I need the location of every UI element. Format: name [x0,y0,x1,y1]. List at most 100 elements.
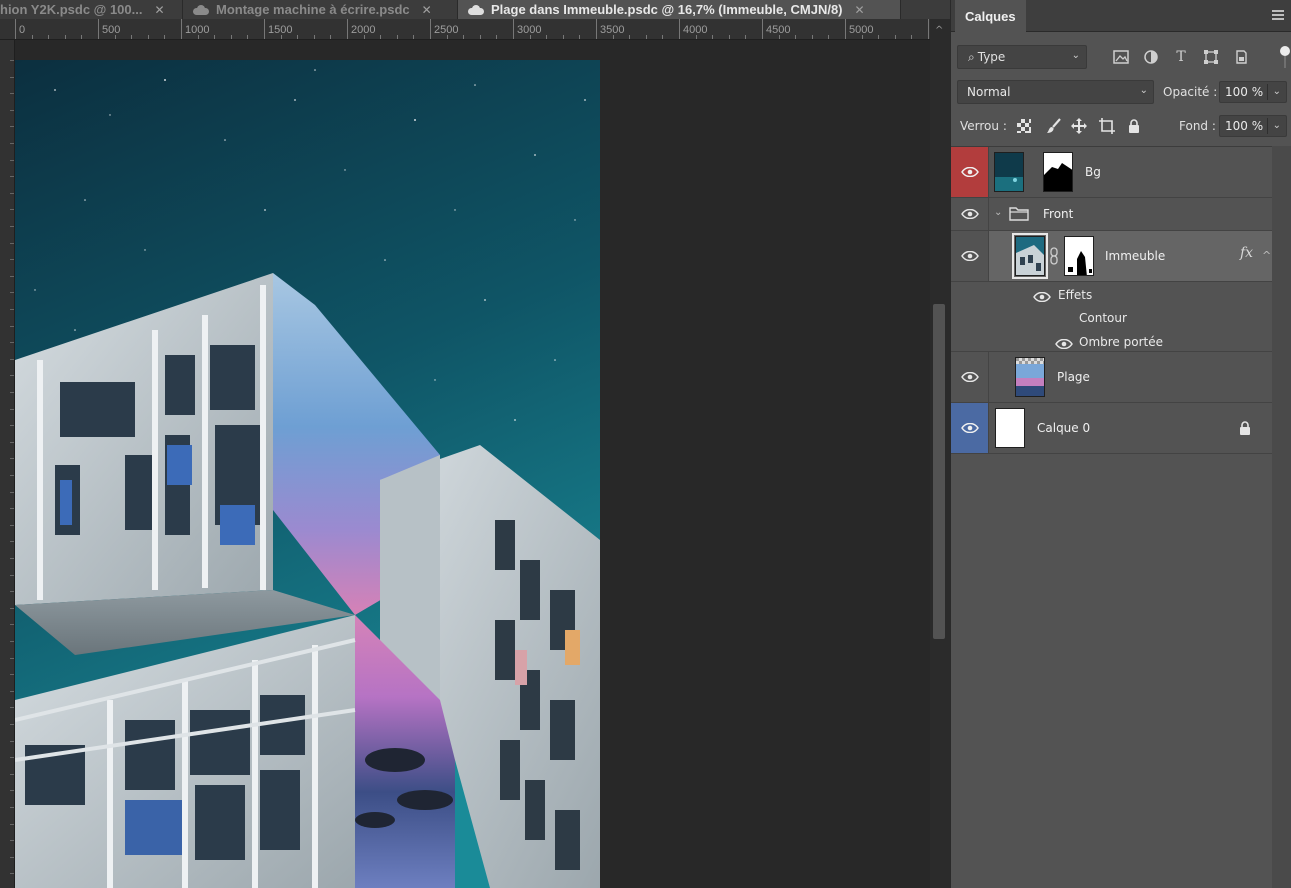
ruler-tick [679,19,680,39]
eye-icon[interactable] [961,167,979,177]
layer-name[interactable]: Front [1043,207,1073,221]
lock-position-move-icon[interactable] [1070,117,1088,135]
close-icon[interactable]: ✕ [422,3,432,17]
layer-mask-thumbnail[interactable] [1064,236,1094,276]
filter-toggle[interactable] [1278,46,1290,68]
chevron-down-icon[interactable]: ⌄ [1273,86,1281,97]
visibility-toggle[interactable] [951,403,989,453]
ruler-tick [297,35,299,39]
vertical-ruler[interactable] [0,40,15,888]
ruler-tick [878,35,880,39]
ruler-tick [10,192,14,194]
fill-label: Fond : [1179,119,1216,133]
layer-row-bg[interactable]: Bg [951,147,1272,198]
eye-icon[interactable] [961,251,979,261]
layer-thumbnail[interactable] [994,152,1024,192]
ruler-tick [828,35,830,39]
lock-artboard-crop-icon[interactable] [1098,117,1116,135]
layer-effects-list: Effets Contour Ombre portée [951,282,1272,352]
fill-input[interactable]: 100 % ⌄ [1219,115,1287,137]
ruler-tick [10,126,14,128]
opacity-value: 100 % [1225,85,1264,99]
eye-icon[interactable] [1033,291,1051,303]
layer-effects-fx-icon[interactable]: fx [1240,245,1253,261]
search-icon: ⌕ [968,49,975,64]
visibility-toggle[interactable] [951,231,989,281]
eye-icon[interactable] [961,209,979,219]
ruler-tick [10,757,14,759]
tab-plage-dans-immeuble[interactable]: Plage dans Immeuble.psdc @ 16,7% (Immeub… [458,0,901,19]
ruler-tick [579,35,581,39]
layer-filter-select[interactable]: ⌕ Type ⌄ [957,45,1087,69]
tab-calques[interactable]: Calques [955,0,1026,32]
layer-row-calque-0[interactable]: Calque 0 [951,403,1272,454]
adjustment-filter-icon[interactable] [1142,48,1160,66]
ruler-tick [164,35,166,39]
layers-scrollbar[interactable] [1272,146,1291,888]
ruler-tick [811,35,813,39]
effect-item-ombre-portee[interactable]: Ombre portée [1079,335,1163,349]
ruler-tick [81,35,83,39]
ruler-tick [10,491,14,493]
ruler-tick [10,591,14,593]
ruler-tick [10,392,14,393]
panel-menu-icon[interactable] [1272,10,1284,20]
link-chain-icon[interactable] [1049,247,1059,268]
lock-transparency-icon[interactable] [1015,117,1033,135]
pixel-filter-icon[interactable] [1112,48,1130,66]
chevron-up-icon[interactable]: ^ [1262,249,1271,262]
ruler-tick [513,19,514,39]
blend-mode-select[interactable]: Normal ⌄ [957,80,1154,104]
ruler-tick [10,657,14,659]
layer-mask-thumbnail[interactable] [1043,152,1073,192]
close-icon[interactable]: ✕ [154,3,164,17]
filter-row: ⌕ Type ⌄ T [951,38,1291,74]
ruler-tick [10,292,14,294]
lock-all-icon[interactable] [1125,117,1143,135]
layer-row-immeuble[interactable]: Immeuble fx ^ [951,231,1272,282]
eye-icon[interactable] [961,372,979,382]
ruler-tick [479,35,481,39]
layer-row-front-group[interactable]: ⌄ Front [951,198,1272,231]
document-canvas[interactable] [15,60,600,888]
lock-pixels-brush-icon[interactable] [1045,117,1063,135]
visibility-toggle[interactable] [951,147,989,197]
layer-row-plage[interactable]: Plage [951,352,1272,403]
scrollbar-thumb[interactable] [933,304,945,639]
visibility-toggle[interactable] [951,198,989,230]
shape-filter-icon[interactable] [1202,48,1220,66]
cloud-document-icon [193,4,209,15]
close-icon[interactable]: ✕ [855,3,865,17]
tab-hion-y2k[interactable]: hion Y2K.psdc @ 100... ✕ [0,0,183,19]
opacity-input[interactable]: 100 % ⌄ [1219,81,1287,103]
layer-thumbnail[interactable] [1015,357,1045,397]
document-scrollbar[interactable]: ^ [930,19,950,888]
ruler-tick [10,823,14,825]
ruler-tick [10,309,14,310]
visibility-toggle[interactable] [951,352,989,402]
effect-item-contour[interactable]: Contour [1079,311,1127,325]
ruler-tick [10,408,14,410]
layer-name[interactable]: Bg [1085,165,1101,179]
scroll-up-icon[interactable]: ^ [935,25,943,36]
eye-icon[interactable] [1055,338,1073,350]
tab-montage-machine[interactable]: Montage machine à écrire.psdc ✕ [183,0,458,19]
ruler-tick [396,35,398,39]
horizontal-ruler[interactable]: 0 500 1000 1500 2000 2500 3000 3500 4000… [0,19,930,40]
smart-object-filter-icon[interactable] [1232,48,1250,66]
effects-label[interactable]: Effets [1058,288,1092,302]
layer-name[interactable]: Plage [1057,370,1090,384]
type-filter-icon[interactable]: T [1172,48,1190,66]
chevron-down-icon[interactable]: ⌄ [1273,120,1281,131]
layer-name[interactable]: Calque 0 [1037,421,1090,435]
layer-name[interactable]: Immeuble [1105,249,1165,263]
panel-header: Calques [951,0,1291,32]
chevron-down-icon[interactable]: ⌄ [994,207,1002,218]
layer-thumbnail[interactable] [995,408,1025,448]
eye-icon[interactable] [961,423,979,433]
ruler-tick [463,35,465,39]
layer-thumbnail[interactable] [1012,233,1048,279]
ruler-tick [10,226,14,227]
ruler-tick [230,35,232,39]
ruler-tick [562,35,564,39]
